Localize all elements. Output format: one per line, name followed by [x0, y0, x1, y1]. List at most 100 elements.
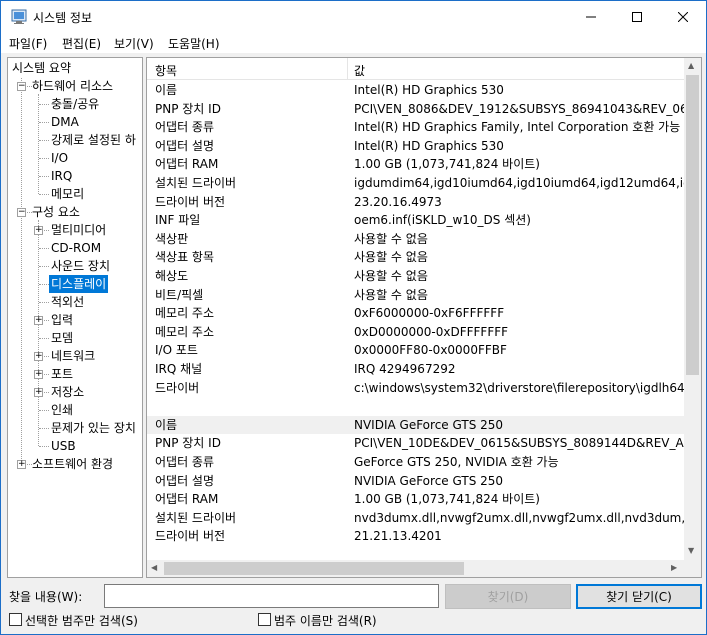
row-item-cell: 드라이버 버전 [155, 529, 226, 544]
row-value-cell: PCI\VEN_10DE&DEV_0615&SUBSYS_8089144D&RE… [354, 436, 685, 451]
row-value-cell: 21.21.13.4201 [354, 529, 442, 544]
tree-item-software-environment[interactable]: 소프트웨어 환경 [32, 455, 113, 473]
tree-item-ports[interactable]: 포트 [51, 365, 73, 383]
tree-item-storage[interactable]: 저장소 [51, 383, 84, 401]
tree-item-hardware-resources[interactable]: 하드웨어 리소스 [32, 77, 113, 95]
expand-multimedia-icon[interactable]: + [34, 226, 43, 235]
tree-item-problem-devices[interactable]: 문제가 있는 장치 [51, 419, 136, 437]
menu-view[interactable]: 보기(V) [114, 35, 154, 52]
tree-item-forced-hardware[interactable]: 강제로 설정된 하 [51, 131, 136, 149]
tree-item-usb[interactable]: USB [51, 437, 76, 455]
list-row[interactable]: 해상도 사용할 수 없음 [147, 267, 685, 285]
tree-item-dma[interactable]: DMA [51, 113, 79, 131]
expand-ports-icon[interactable]: + [34, 370, 43, 379]
row-value-cell: 1.00 GB (1,073,741,824 바이트) [354, 157, 540, 172]
list-row[interactable] [147, 397, 685, 415]
row-item-cell: 어댑터 설명 [155, 138, 215, 153]
menu-help[interactable]: 도움말(H) [168, 35, 220, 52]
expand-storage-icon[interactable]: + [34, 388, 43, 397]
search-selected-category-checkbox[interactable] [9, 613, 22, 626]
row-value-cell: Intel(R) HD Graphics Family, Intel Corpo… [354, 120, 681, 135]
list-row[interactable]: 색상판 사용할 수 없음 [147, 230, 685, 248]
expand-input-icon[interactable]: + [34, 316, 43, 325]
menu-file[interactable]: 파일(F) [9, 35, 47, 52]
menu-bar: 파일(F) 편집(E) 보기(V) 도움말(H) [1, 33, 706, 53]
tree-item-printing[interactable]: 인쇄 [51, 401, 73, 419]
tree-item-io[interactable]: I/O [51, 149, 68, 167]
collapse-components-icon[interactable]: − [17, 208, 26, 217]
list-row[interactable]: 어댑터 설명 Intel(R) HD Graphics 530 [147, 137, 685, 155]
list-row[interactable]: 설치된 드라이버 nvd3dumx.dll,nvwgf2umx.dll,nvwgf… [147, 509, 685, 527]
list-row[interactable]: 비트/픽셀 사용할 수 없음 [147, 286, 685, 304]
list-row[interactable]: 어댑터 RAM 1.00 GB (1,073,741,824 바이트) [147, 155, 685, 173]
tree-item-memory[interactable]: 메모리 [51, 185, 84, 203]
tree-item-sound-device[interactable]: 사운드 장치 [51, 257, 110, 275]
tree-item-conflicts[interactable]: 충돌/공유 [51, 95, 99, 113]
list-row[interactable]: PNP 장치 ID PCI\VEN_8086&DEV_1912&SUBSYS_86… [147, 100, 685, 118]
collapse-hardware-icon[interactable]: − [17, 82, 26, 91]
list-row[interactable]: 이름 NVIDIA GeForce GTS 250 [147, 415, 685, 434]
list-header: 항목 값 [147, 58, 685, 80]
system-info-app-icon [11, 9, 27, 24]
list-row[interactable]: 이름 Intel(R) HD Graphics 530 [147, 81, 685, 99]
maximize-button[interactable] [614, 1, 660, 33]
row-item-cell: 드라이버 버전 [155, 194, 226, 209]
scroll-down-icon[interactable]: ▼ [688, 546, 694, 555]
row-item-cell: 색상표 항목 [155, 250, 215, 265]
vertical-scrollbar[interactable]: ▲ ▼ [684, 58, 701, 560]
menu-edit[interactable]: 편집(E) [62, 35, 101, 52]
tree-item-network[interactable]: 네트워크 [51, 347, 95, 365]
tree-item-cdrom[interactable]: CD-ROM [51, 239, 101, 257]
minimize-button[interactable] [568, 1, 614, 33]
row-value-cell: 1.00 GB (1,073,741,824 바이트) [354, 492, 540, 507]
horizontal-scrollbar[interactable]: ◀ ▶ [147, 560, 685, 577]
expand-software-icon[interactable]: + [17, 460, 26, 469]
close-find-button[interactable]: 찾기 닫기(C) [576, 584, 702, 609]
row-value-cell: GeForce GTS 250, NVIDIA 호환 가능 [354, 455, 559, 469]
search-category-names-checkbox[interactable] [258, 613, 271, 626]
expand-network-icon[interactable]: + [34, 352, 43, 361]
details-list[interactable]: 항목 값 이름 Intel(R) HD Graphics 530 PNP 장치 ID… [146, 57, 702, 578]
list-row[interactable]: 어댑터 설명 NVIDIA GeForce GTS 250 [147, 472, 685, 490]
tree-item-infrared[interactable]: 적외선 [51, 293, 84, 311]
row-item-cell: 이름 [155, 417, 178, 432]
tree-item-modem[interactable]: 모뎀 [51, 329, 73, 347]
row-item-cell: 어댑터 RAM [155, 492, 219, 507]
list-row[interactable]: I/O 포트 0x0000FF80-0x0000FFBF [147, 341, 685, 359]
row-item-cell: 어댑터 종류 [155, 455, 215, 469]
list-row[interactable]: 드라이버 버전 23.20.16.4973 [147, 193, 685, 211]
list-row[interactable]: 드라이버 c:\windows\system32\driverstore\file… [147, 379, 685, 397]
list-row[interactable]: IRQ 채널 IRQ 4294967292 [147, 360, 685, 378]
row-item-cell: IRQ 채널 [155, 362, 203, 376]
tree-item-components[interactable]: 구성 요소 [32, 203, 80, 221]
tree-item-multimedia[interactable]: 멀티미디어 [51, 221, 106, 239]
tree-item-irq[interactable]: IRQ [51, 167, 72, 185]
search-selected-category-label: 선택한 범주만 검색(S) [25, 614, 138, 628]
close-button[interactable] [660, 1, 706, 33]
list-row[interactable]: 드라이버 버전 21.21.13.4201 [147, 527, 685, 545]
tree-item-system-summary[interactable]: 시스템 요약 [12, 59, 71, 77]
list-row[interactable]: 메모리 주소 0xF6000000-0xF6FFFFFF [147, 304, 685, 322]
scroll-left-icon[interactable]: ◀ [151, 563, 157, 572]
scroll-up-icon[interactable]: ▲ [688, 61, 694, 70]
list-row[interactable]: INF 파일 oem6.inf(iSKLD_w10_DS 섹션) [147, 211, 685, 229]
list-row[interactable]: 설치된 드라이버 igdumdim64,igd10iumd64,igd10iumd… [147, 174, 685, 192]
find-input[interactable] [104, 584, 439, 608]
list-row[interactable]: PNP 장치 ID PCI\VEN_10DE&DEV_0615&SUBSYS_80… [147, 434, 685, 452]
tree-item-input[interactable]: 입력 [51, 311, 73, 329]
list-row[interactable]: 메모리 주소 0xD0000000-0xDFFFFFFF [147, 323, 685, 341]
tree-item-display[interactable]: 디스플레이 [49, 275, 109, 293]
horizontal-scroll-thumb[interactable] [164, 562, 464, 575]
vertical-scroll-thumb[interactable] [686, 75, 699, 375]
maximize-icon [632, 12, 642, 22]
list-row[interactable]: 색상표 항목 사용할 수 없음 [147, 248, 685, 266]
find-button[interactable]: 찾기(D) [445, 584, 571, 609]
column-header-item[interactable]: 항목 [155, 62, 177, 79]
category-tree[interactable]: 시스템 요약 − 하드웨어 리소스 충돌/공유 DMA 강제로 설정된 하 I/… [7, 57, 143, 578]
list-row[interactable]: 어댑터 RAM 1.00 GB (1,073,741,824 바이트) [147, 490, 685, 508]
list-row[interactable]: 어댑터 종류 Intel(R) HD Graphics Family, Intel… [147, 118, 685, 136]
row-item-cell: PNP 장치 ID [155, 436, 221, 451]
scroll-right-icon[interactable]: ▶ [671, 563, 677, 572]
list-row[interactable]: 어댑터 종류 GeForce GTS 250, NVIDIA 호환 가능 [147, 453, 685, 471]
column-header-value[interactable]: 값 [354, 62, 365, 79]
